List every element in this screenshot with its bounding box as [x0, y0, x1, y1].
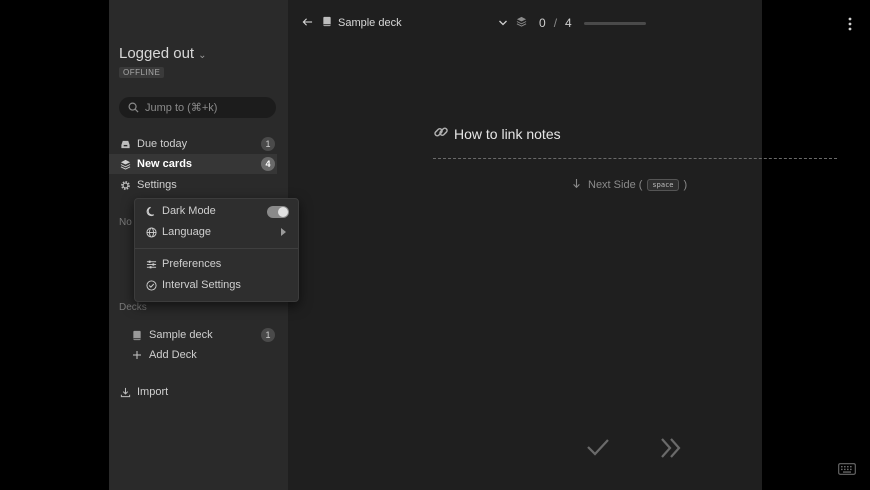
- count-badge: 1: [261, 328, 275, 342]
- count-badge: 4: [261, 157, 275, 171]
- book-icon: [322, 16, 332, 30]
- menu-item-interval-settings[interactable]: Interval Settings: [135, 275, 298, 295]
- sidebar-item-new-cards[interactable]: New cards 4: [109, 154, 277, 174]
- book-icon: [131, 329, 143, 341]
- next-side-label: Next Side (: [588, 179, 643, 191]
- main-panel: Sample deck 0 / 4 How to link notes Next…: [288, 0, 856, 490]
- decks-section-label: Decks: [119, 302, 147, 313]
- more-options-icon[interactable]: [848, 17, 852, 36]
- breadcrumb: Sample deck: [302, 16, 402, 30]
- moon-icon: [145, 205, 157, 217]
- card-divider: [433, 158, 837, 159]
- settings-menu: Dark Mode Language Preferences Interval …: [134, 198, 299, 302]
- deck-item-sample[interactable]: Sample deck 1: [121, 325, 277, 345]
- layers-icon: [516, 16, 527, 30]
- menu-item-dark-mode[interactable]: Dark Mode: [135, 201, 298, 221]
- next-side-button[interactable]: Next Side ( space ): [572, 178, 687, 192]
- check-circle-icon: [145, 279, 157, 291]
- menu-item-label: Language: [162, 226, 211, 238]
- card-title: How to link notes: [433, 124, 561, 143]
- menu-item-label: Dark Mode: [162, 205, 216, 217]
- sidebar-item-label: Due today: [137, 138, 188, 150]
- next-side-close: ): [683, 179, 688, 191]
- toggle-knob: [278, 207, 288, 217]
- card-title-text: How to link notes: [454, 125, 561, 142]
- arrow-down-icon: [572, 178, 581, 192]
- keyboard-icon[interactable]: [838, 462, 856, 480]
- space-key-hint: space: [647, 179, 679, 191]
- progress-current: 0: [539, 16, 546, 30]
- search-icon: [128, 102, 139, 113]
- double-chevron-right-icon: [661, 438, 681, 458]
- search-placeholder: Jump to (⌘+k): [145, 102, 218, 114]
- layers-icon: [119, 158, 131, 170]
- count-badge: 1: [261, 137, 275, 151]
- progress-separator: /: [553, 16, 558, 30]
- globe-icon: [145, 226, 157, 238]
- chevron-down-icon[interactable]: [498, 16, 508, 30]
- section-label-partial: No: [119, 217, 132, 228]
- check-icon: [587, 439, 609, 456]
- download-icon: [119, 386, 131, 398]
- import-label: Import: [137, 386, 169, 398]
- progress-bar: [583, 21, 646, 25]
- plus-icon: [131, 349, 143, 361]
- menu-item-label: Preferences: [162, 258, 222, 270]
- sidebar-item-label: Settings: [137, 179, 177, 191]
- user-status: Logged out: [119, 45, 195, 62]
- submenu-arrow-icon: [281, 228, 286, 236]
- sidebar-item-due-today[interactable]: Due today 1: [109, 134, 277, 154]
- chevron-down-icon: ⌄: [198, 50, 207, 61]
- add-deck-button[interactable]: Add Deck: [121, 345, 277, 365]
- deck-label: Sample deck: [149, 329, 213, 341]
- link-icon: [433, 124, 449, 143]
- sidebar-item-label: New cards: [137, 158, 193, 170]
- check-button[interactable]: [586, 437, 610, 462]
- gear-icon: [119, 179, 131, 191]
- import-button[interactable]: Import: [109, 382, 277, 402]
- menu-item-label: Interval Settings: [162, 279, 241, 291]
- sliders-icon: [145, 258, 157, 270]
- menu-item-preferences[interactable]: Preferences: [135, 254, 298, 274]
- menu-divider: [135, 248, 298, 249]
- add-deck-label: Add Deck: [149, 349, 197, 361]
- progress-indicator: 0 / 4: [498, 16, 646, 30]
- dark-mode-toggle[interactable]: [267, 206, 289, 218]
- skip-button[interactable]: [660, 437, 682, 464]
- search-input[interactable]: Jump to (⌘+k): [119, 97, 276, 118]
- deck-title: Sample deck: [338, 17, 402, 29]
- offline-badge: OFFLINE: [119, 67, 165, 78]
- progress-total: 4: [565, 16, 572, 30]
- user-menu[interactable]: Logged out ⌄: [119, 45, 206, 62]
- back-arrow-icon[interactable]: [302, 17, 313, 30]
- inbox-icon: [119, 138, 131, 150]
- menu-item-language[interactable]: Language: [135, 222, 298, 242]
- sidebar-item-settings[interactable]: Settings: [109, 175, 277, 195]
